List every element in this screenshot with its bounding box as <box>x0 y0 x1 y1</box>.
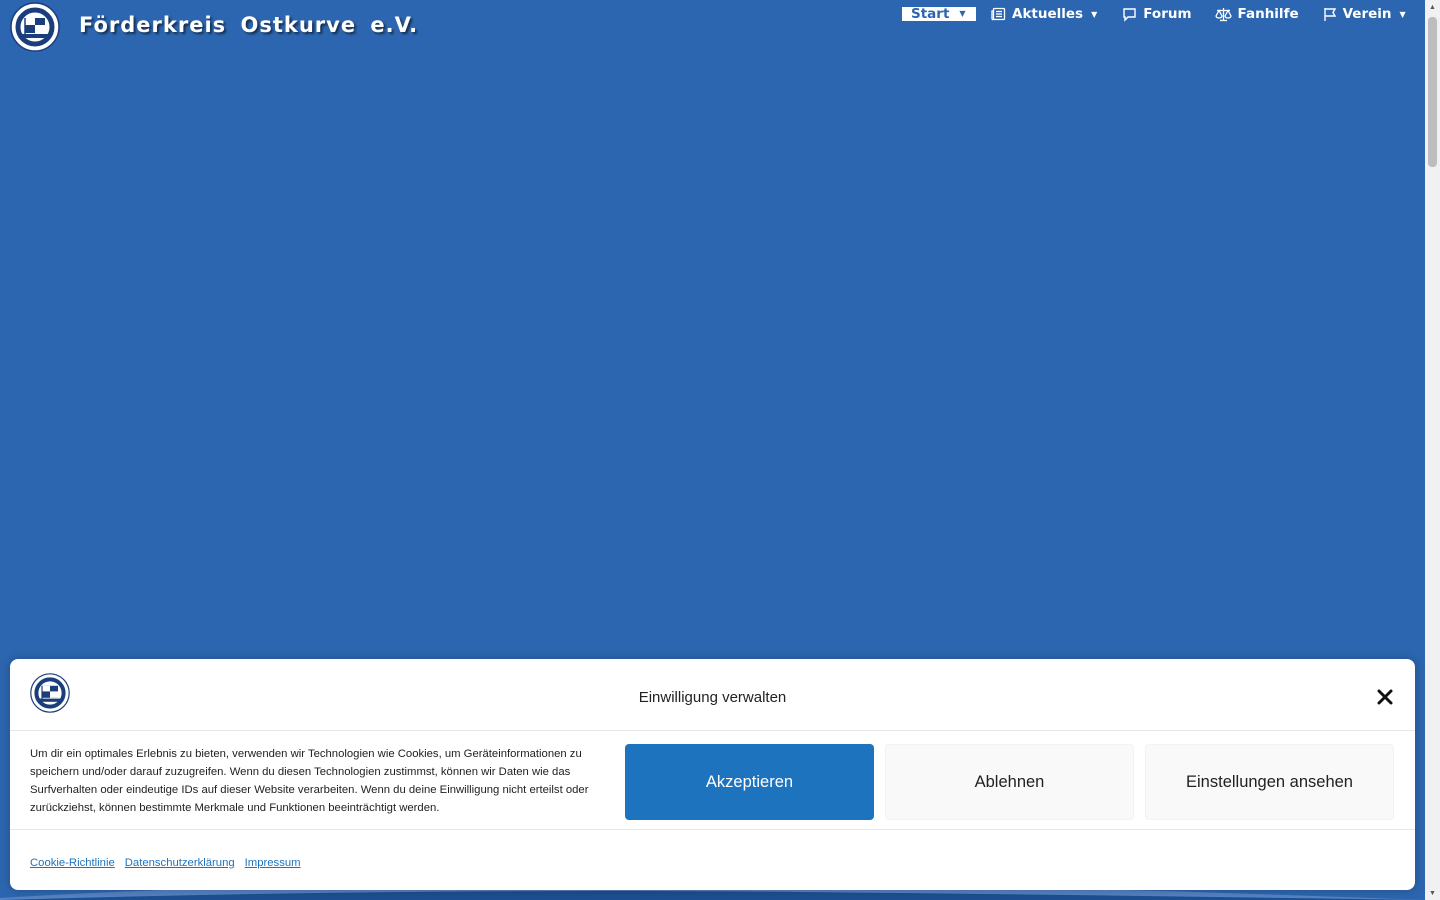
scrollbar-thumb[interactable] <box>1428 17 1437 167</box>
cookie-policy-link[interactable]: Cookie-Richtlinie <box>30 857 115 869</box>
flag-icon <box>1323 7 1337 22</box>
nav-item-aktuelles-label: Aktuelles <box>1012 6 1084 22</box>
scroll-down-arrow-icon[interactable]: ▼ <box>1425 886 1440 900</box>
cookie-banner-header: Einwilligung verwalten <box>10 659 1415 731</box>
imprint-link[interactable]: Impressum <box>245 857 301 869</box>
caret-down-icon: ▼ <box>1399 9 1406 19</box>
cookie-banner-title: Einwilligung verwalten <box>638 689 787 706</box>
privacy-policy-link[interactable]: Datenschutzerklärung <box>125 857 235 869</box>
caret-down-icon: ▼ <box>1091 9 1098 19</box>
cookie-consent-banner: Einwilligung verwalten Um dir ein optima… <box>10 659 1415 890</box>
page-background: Förderkreis Ostkurve e.V. Start ▼ Aktuel… <box>0 0 1425 900</box>
nav-item-forum[interactable]: Forum <box>1122 6 1192 22</box>
deny-button[interactable]: Ablehnen <box>885 744 1134 820</box>
divider <box>10 829 1415 830</box>
close-icon[interactable] <box>1375 687 1395 707</box>
nav-item-verein-label: Verein <box>1342 6 1392 22</box>
nav-item-fanhilfe[interactable]: Fanhilfe <box>1214 6 1299 22</box>
site-title[interactable]: Förderkreis Ostkurve e.V. <box>79 13 418 37</box>
chat-bubble-icon <box>1122 7 1137 22</box>
nav-item-fanhilfe-label: Fanhilfe <box>1237 6 1299 22</box>
nav-item-forum-label: Forum <box>1143 6 1192 22</box>
view-settings-button[interactable]: Einstellungen ansehen <box>1145 744 1394 820</box>
club-logo[interactable] <box>10 2 60 52</box>
accept-button[interactable]: Akzeptieren <box>625 744 874 820</box>
nav-item-start-label: Start <box>911 6 950 22</box>
nav-item-aktuelles[interactable]: Aktuelles ▼ <box>991 6 1097 22</box>
nav-item-verein[interactable]: Verein ▼ <box>1323 6 1406 22</box>
nav-item-start[interactable]: Start ▼ <box>902 7 976 21</box>
vertical-scrollbar[interactable]: ▲ ▼ <box>1425 0 1440 900</box>
caret-down-icon: ▼ <box>959 9 966 18</box>
cookie-banner-links: Cookie-Richtlinie Datenschutzerklärung I… <box>30 857 311 869</box>
scales-icon <box>1214 7 1232 22</box>
main-navigation: Start ▼ Aktuelles ▼ Forum Fanhilfe Verei… <box>902 4 1406 24</box>
cookie-banner-message: Um dir ein optimales Erlebnis zu bieten,… <box>30 748 589 814</box>
newspaper-icon <box>991 7 1006 21</box>
scroll-up-arrow-icon[interactable]: ▲ <box>1425 0 1440 14</box>
